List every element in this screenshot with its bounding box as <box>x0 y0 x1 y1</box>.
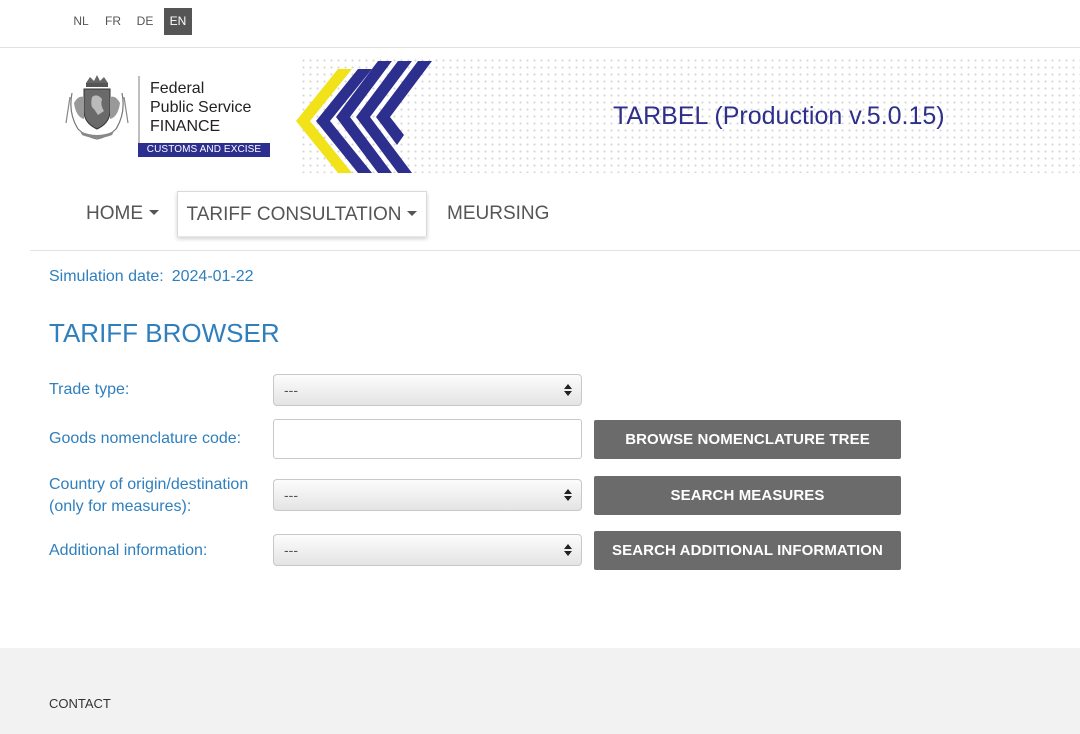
lang-fr-link[interactable]: FR <box>100 8 126 35</box>
search-additional-information-button[interactable]: SEARCH ADDITIONAL INFORMATION <box>594 531 901 570</box>
customs-badge: CUSTOMS AND EXCISE <box>138 143 270 157</box>
additional-info-label: Additional information: <box>49 542 208 559</box>
language-bar: NL FR DE EN <box>0 0 1080 48</box>
select-arrows-icon <box>564 489 572 501</box>
logo-separator <box>138 76 140 146</box>
additional-info-select[interactable]: --- <box>273 534 582 566</box>
app-title: TARBEL (Production v.5.0.15) <box>613 102 945 130</box>
goods-code-label: Goods nomenclature code: <box>49 430 242 447</box>
simulation-date-label: Simulation date: <box>49 268 164 285</box>
simulation-date-value[interactable]: 2024-01-22 <box>172 268 254 285</box>
contact-link[interactable]: CONTACT <box>49 696 111 711</box>
nav-meursing[interactable]: MEURSING <box>447 191 549 237</box>
select-arrows-icon <box>564 384 572 396</box>
logo-line-1: Federal <box>150 80 205 97</box>
country-label-line-1: Country of origin/destination <box>49 476 249 493</box>
country-select[interactable]: --- <box>273 479 582 511</box>
logo-line-2: Public Service <box>150 99 252 116</box>
nav-tariff-consultation[interactable]: TARIFF CONSULTATION <box>177 191 427 237</box>
trade-type-select[interactable]: --- <box>273 374 582 406</box>
nav-home-label: HOME <box>86 203 143 224</box>
logo-text: Federal Public Service FINANCE <box>150 79 251 136</box>
trade-type-value: --- <box>284 382 298 398</box>
search-measures-button[interactable]: SEARCH MEASURES <box>594 476 901 515</box>
goods-code-input[interactable] <box>273 419 582 459</box>
lang-de-link[interactable]: DE <box>132 8 158 35</box>
chevrons-logo-icon <box>296 61 432 173</box>
country-label-line-2: (only for measures): <box>49 498 192 515</box>
lang-en-link[interactable]: EN <box>164 8 192 35</box>
select-arrows-icon <box>564 544 572 556</box>
page-footer: CONTACT <box>0 648 1080 734</box>
nav-home[interactable]: HOME <box>86 191 159 237</box>
trade-type-label: Trade type: <box>49 381 130 398</box>
nav-tariff-label: TARIFF CONSULTATION <box>186 204 402 225</box>
page-title: TARIFF BROWSER <box>49 318 280 348</box>
simulation-date: Simulation date: 2024-01-22 <box>49 268 254 286</box>
site-header: Federal Public Service FINANCE CUSTOMS A… <box>0 49 1080 175</box>
lang-nl-link[interactable]: NL <box>68 8 94 35</box>
logo-line-3: FINANCE <box>150 118 221 135</box>
caret-down-icon <box>149 210 159 216</box>
additional-info-value: --- <box>284 542 298 558</box>
country-label: Country of origin/destination (only for … <box>49 474 248 518</box>
country-value: --- <box>284 487 298 503</box>
browse-nomenclature-tree-button[interactable]: BROWSE NOMENCLATURE TREE <box>594 420 901 459</box>
belgian-coat-of-arms-icon <box>65 75 129 140</box>
caret-down-icon <box>407 211 418 217</box>
main-nav: HOME TARIFF CONSULTATION MEURSING <box>30 180 1080 251</box>
